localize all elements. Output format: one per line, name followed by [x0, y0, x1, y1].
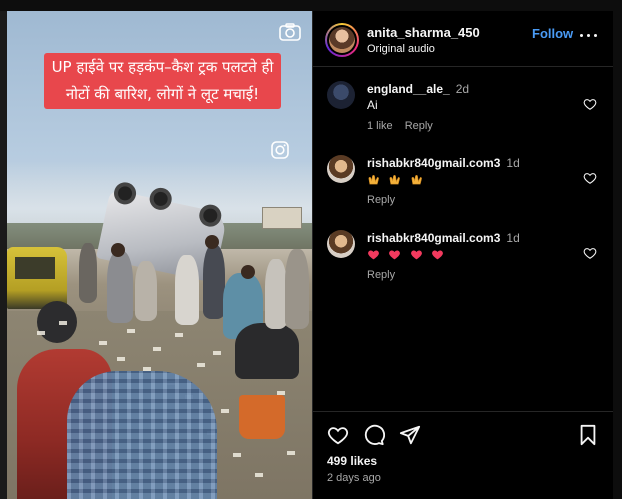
- commenter-avatar[interactable]: [327, 230, 355, 258]
- comment-reply-button[interactable]: Reply: [367, 269, 395, 281]
- avatar-inner: [327, 25, 357, 55]
- red-heart-icon: [410, 250, 422, 260]
- post-header: anita_sharma_450 Original audio Follow: [313, 11, 614, 67]
- caption-line-2: नोटों की बारिश, लोगों ने लूट मचाई!: [65, 85, 260, 103]
- follow-button[interactable]: Follow: [532, 26, 573, 41]
- app-frame: UP हाईवे पर हड़कंप–कैश ट्रक पलटते ही नोट…: [0, 0, 622, 499]
- video-person: [79, 243, 97, 303]
- video-auto-rickshaw: [7, 247, 67, 309]
- comment-item: england__ale_ 2d Ai 1 like Reply: [313, 77, 614, 137]
- reel-video[interactable]: UP हाईवे पर हड़कंप–कैश ट्रक पलटते ही नोट…: [7, 11, 312, 499]
- comment-emoji-row: [367, 172, 428, 186]
- comment-meta: 1 like Reply: [367, 120, 445, 132]
- video-person: [265, 259, 287, 329]
- comment-meta: Reply: [367, 194, 407, 206]
- comment-icon[interactable]: [363, 424, 385, 446]
- video-person-head: [241, 265, 255, 279]
- comment-time: 2d: [455, 82, 470, 96]
- comment-reply-button[interactable]: Reply: [405, 120, 433, 132]
- right-band: [613, 11, 622, 499]
- video-banknote: [117, 357, 125, 361]
- left-band: [0, 11, 7, 499]
- comment-meta: Reply: [367, 269, 407, 281]
- video-banknote: [153, 347, 161, 351]
- camera-icon[interactable]: [279, 23, 301, 41]
- heart-icon[interactable]: [327, 424, 349, 446]
- comment-like-heart-icon[interactable]: [583, 171, 597, 185]
- video-banknote: [59, 321, 67, 325]
- commenter-avatar[interactable]: [327, 155, 355, 183]
- video-person: [235, 323, 299, 379]
- video-caption-overlay: UP हाईवे पर हड़कंप–कैश ट्रक पलटते ही नोट…: [44, 53, 281, 109]
- comment-text: Ai: [367, 98, 378, 112]
- clapping-hands-icon: [368, 175, 379, 185]
- instagram-icon: [271, 141, 289, 159]
- commenter-avatar[interactable]: [327, 81, 355, 109]
- comment-item: rishabkr840gmail.com3 1d Reply: [313, 226, 614, 286]
- video-person: [285, 249, 309, 329]
- video-person-head: [205, 235, 219, 249]
- comment-reply-button[interactable]: Reply: [367, 194, 395, 206]
- avatar-image: [329, 27, 355, 53]
- comment-emoji-row: [367, 247, 449, 261]
- comment-username[interactable]: rishabkr840gmail.com3 1d: [367, 231, 520, 245]
- red-heart-icon: [368, 250, 379, 260]
- comment-username[interactable]: england__ale_ 2d: [367, 82, 469, 96]
- comment-username-text[interactable]: rishabkr840gmail.com3: [367, 231, 500, 245]
- video-banknote: [287, 451, 295, 455]
- author-avatar[interactable]: [325, 23, 359, 57]
- top-band: [0, 0, 622, 11]
- original-audio-link[interactable]: Original audio: [367, 43, 435, 55]
- video-banknote: [213, 351, 221, 355]
- rickshaw-window: [15, 257, 55, 279]
- post-side-panel: anita_sharma_450 Original audio Follow e…: [312, 11, 614, 499]
- video-scooter: [37, 301, 77, 343]
- video-banknote: [37, 331, 45, 335]
- more-horizontal-icon[interactable]: [579, 31, 599, 41]
- caption-line-1: UP हाईवे पर हड़कंप–कैश ट्रक पलटते ही: [51, 58, 274, 76]
- video-person-head: [111, 243, 125, 257]
- comment-username[interactable]: rishabkr840gmail.com3 1d: [367, 156, 520, 170]
- post-timestamp: 2 days ago: [327, 472, 381, 484]
- comment-username-text[interactable]: rishabkr840gmail.com3: [367, 156, 500, 170]
- comment-time: 1d: [506, 156, 520, 170]
- video-orange-bucket: [239, 395, 285, 439]
- video-person: [175, 255, 199, 325]
- video-foreground-person-plaid: [67, 371, 217, 499]
- video-banknote: [99, 341, 107, 345]
- video-billboard: [262, 207, 302, 229]
- comment-time: 1d: [506, 231, 520, 245]
- author-username[interactable]: anita_sharma_450: [367, 25, 480, 40]
- video-banknote: [127, 329, 135, 333]
- video-banknote: [255, 473, 263, 477]
- bookmark-icon[interactable]: [577, 424, 599, 446]
- likes-count[interactable]: 499 likes: [327, 454, 377, 468]
- post-actions-footer: 499 likes 2 days ago: [313, 411, 614, 499]
- video-banknote: [221, 409, 229, 413]
- clapping-hands-icon: [411, 175, 422, 185]
- video-person: [107, 251, 133, 323]
- red-heart-icon: [389, 250, 401, 260]
- video-banknote: [233, 453, 241, 457]
- video-banknote: [197, 363, 205, 367]
- video-person: [203, 245, 225, 319]
- video-person: [135, 261, 157, 321]
- comment-username-text[interactable]: england__ale_: [367, 82, 450, 96]
- comment-item: rishabkr840gmail.com3 1d Reply: [313, 151, 614, 211]
- comment-like-heart-icon[interactable]: [583, 246, 597, 260]
- share-icon[interactable]: [399, 424, 421, 446]
- comment-likes-count[interactable]: 1 like: [367, 120, 393, 132]
- clapping-hands-icon: [389, 175, 401, 185]
- video-banknote: [175, 333, 183, 337]
- red-heart-icon: [432, 250, 443, 260]
- comment-like-heart-icon[interactable]: [583, 97, 597, 111]
